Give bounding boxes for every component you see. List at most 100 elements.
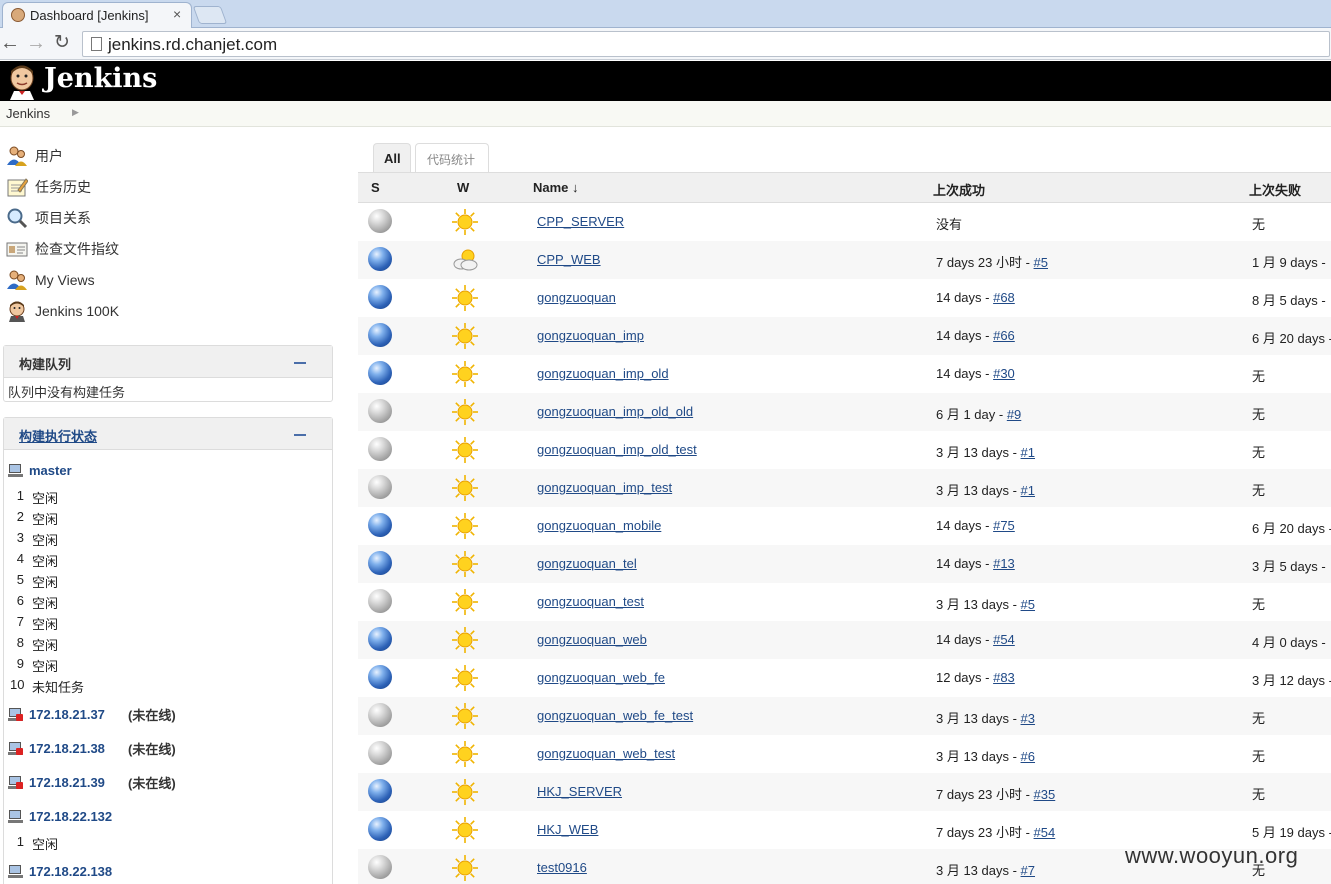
forward-arrow-icon[interactable]: →: [26, 32, 46, 54]
build-number-link[interactable]: #6: [1021, 749, 1035, 764]
build-number-link[interactable]: #13: [993, 556, 1015, 571]
job-name-link[interactable]: HKJ_SERVER: [537, 784, 622, 799]
build-number-link[interactable]: #83: [993, 670, 1015, 685]
status-blue-ball-icon[interactable]: [368, 247, 392, 271]
status-blue-ball-icon[interactable]: [368, 361, 392, 385]
job-name-link[interactable]: test0916: [537, 860, 587, 875]
job-name-link[interactable]: gongzuoquan_web: [537, 632, 647, 647]
node-172-18-22-132[interactable]: 172.18.22.132: [8, 809, 112, 824]
node-offline[interactable]: 172.18.21.37 (未在线): [8, 707, 328, 723]
jenkins-logo-text[interactable]: Jenkins: [44, 63, 157, 94]
status-blue-ball-icon[interactable]: [368, 513, 392, 537]
status-grey-ball-icon[interactable]: [368, 475, 392, 499]
node-name[interactable]: 172.18.22.138: [29, 864, 112, 879]
build-number-link[interactable]: #9: [1007, 407, 1021, 422]
status-grey-ball-icon[interactable]: [368, 855, 392, 879]
breadcrumb-arrow-icon[interactable]: ▶: [72, 107, 79, 118]
weather-sunny-icon[interactable]: [451, 322, 479, 350]
sidebar-item-my-views[interactable]: My Views: [6, 268, 95, 292]
build-number-link[interactable]: #7: [1021, 863, 1035, 878]
tab-code-stats[interactable]: 代码统计: [415, 143, 489, 172]
job-name-link[interactable]: CPP_WEB: [537, 252, 601, 267]
weather-sunny-icon[interactable]: [451, 398, 479, 426]
job-name-link[interactable]: gongzuoquan_mobile: [537, 518, 661, 533]
status-blue-ball-icon[interactable]: [368, 779, 392, 803]
status-grey-ball-icon[interactable]: [368, 703, 392, 727]
job-name-link[interactable]: gongzuoquan_imp_old_old: [537, 404, 693, 419]
tab-all[interactable]: All: [373, 143, 411, 172]
job-name-link[interactable]: gongzuoquan_imp_test: [537, 480, 672, 495]
build-number-link[interactable]: #54: [993, 632, 1015, 647]
column-header-weather[interactable]: W: [457, 180, 469, 195]
weather-sunny-icon[interactable]: [451, 778, 479, 806]
job-name-link[interactable]: gongzuoquan_web_test: [537, 746, 675, 761]
status-grey-ball-icon[interactable]: [368, 741, 392, 765]
sidebar-item-build-history[interactable]: 任务历史: [6, 175, 91, 199]
status-blue-ball-icon[interactable]: [368, 817, 392, 841]
build-number-link[interactable]: #5: [1021, 597, 1035, 612]
build-number-link[interactable]: #54: [1034, 825, 1056, 840]
job-name-link[interactable]: gongzuoquan_imp: [537, 328, 644, 343]
weather-sunny-icon[interactable]: [451, 360, 479, 388]
back-arrow-icon[interactable]: ←: [0, 32, 20, 54]
build-number-link[interactable]: #35: [1034, 787, 1056, 802]
job-name-link[interactable]: gongzuoquan_imp_old: [537, 366, 669, 381]
node-name[interactable]: master: [29, 463, 72, 478]
weather-sunny-icon[interactable]: [451, 854, 479, 882]
browser-tab[interactable]: Dashboard [Jenkins] ×: [2, 2, 192, 28]
node-name[interactable]: 172.18.21.39: [29, 775, 105, 790]
sidebar-item-project-relationship[interactable]: 项目关系: [6, 206, 91, 230]
status-grey-ball-icon[interactable]: [368, 209, 392, 233]
node-offline[interactable]: 172.18.21.38 (未在线): [8, 741, 328, 757]
status-grey-ball-icon[interactable]: [368, 437, 392, 461]
weather-sunny-icon[interactable]: [451, 512, 479, 540]
executors-title[interactable]: 构建执行状态: [19, 426, 97, 445]
build-number-link[interactable]: #68: [993, 290, 1015, 305]
weather-sunny-icon[interactable]: [451, 284, 479, 312]
build-number-link[interactable]: #3: [1021, 711, 1035, 726]
build-number-link[interactable]: #75: [993, 518, 1015, 533]
node-name[interactable]: 172.18.21.37: [29, 707, 105, 722]
node-master[interactable]: master: [8, 463, 72, 478]
weather-sunny-icon[interactable]: [451, 626, 479, 654]
build-number-link[interactable]: #30: [993, 366, 1015, 381]
weather-sunny-icon[interactable]: [451, 588, 479, 616]
status-blue-ball-icon[interactable]: [368, 665, 392, 689]
status-blue-ball-icon[interactable]: [368, 627, 392, 651]
build-number-link[interactable]: #1: [1021, 445, 1035, 460]
sidebar-item-people[interactable]: 用户: [6, 144, 63, 168]
column-header-last-success[interactable]: 上次成功: [933, 180, 985, 199]
sidebar-item-fingerprint[interactable]: 检查文件指纹: [6, 237, 119, 261]
jenkins-butler-icon[interactable]: [6, 64, 38, 100]
node-172-18-22-138[interactable]: 172.18.22.138: [8, 864, 112, 879]
weather-sunny-icon[interactable]: [451, 474, 479, 502]
column-header-last-failure[interactable]: 上次失败: [1249, 180, 1301, 199]
status-grey-ball-icon[interactable]: [368, 399, 392, 423]
reload-icon[interactable]: ↻: [54, 32, 70, 54]
address-bar[interactable]: jenkins.rd.chanjet.com: [82, 31, 1330, 57]
node-name[interactable]: 172.18.21.38: [29, 741, 105, 756]
job-name-link[interactable]: gongzuoquan_web_fe_test: [537, 708, 693, 723]
status-blue-ball-icon[interactable]: [368, 285, 392, 309]
job-name-link[interactable]: gongzuoquan: [537, 290, 616, 305]
collapse-icon[interactable]: [294, 434, 306, 436]
build-number-link[interactable]: #66: [993, 328, 1015, 343]
column-header-status[interactable]: S: [371, 180, 380, 195]
sidebar-item-jenkins-100k[interactable]: Jenkins 100K: [6, 299, 119, 323]
weather-sunny-icon[interactable]: [451, 436, 479, 464]
job-name-link[interactable]: gongzuoquan_tel: [537, 556, 637, 571]
breadcrumb-item-jenkins[interactable]: Jenkins: [6, 106, 50, 121]
url-text[interactable]: jenkins.rd.chanjet.com: [108, 35, 277, 55]
column-header-name[interactable]: Name ↓: [533, 180, 579, 195]
new-tab-button[interactable]: [192, 6, 228, 24]
job-name-link[interactable]: HKJ_WEB: [537, 822, 598, 837]
job-name-link[interactable]: gongzuoquan_web_fe: [537, 670, 665, 685]
build-number-link[interactable]: #1: [1021, 483, 1035, 498]
node-name[interactable]: 172.18.22.132: [29, 809, 112, 824]
weather-sunny-icon[interactable]: [451, 208, 479, 236]
weather-cloudy-icon[interactable]: [451, 246, 479, 274]
weather-sunny-icon[interactable]: [451, 702, 479, 730]
weather-sunny-icon[interactable]: [451, 664, 479, 692]
weather-sunny-icon[interactable]: [451, 740, 479, 768]
status-blue-ball-icon[interactable]: [368, 323, 392, 347]
